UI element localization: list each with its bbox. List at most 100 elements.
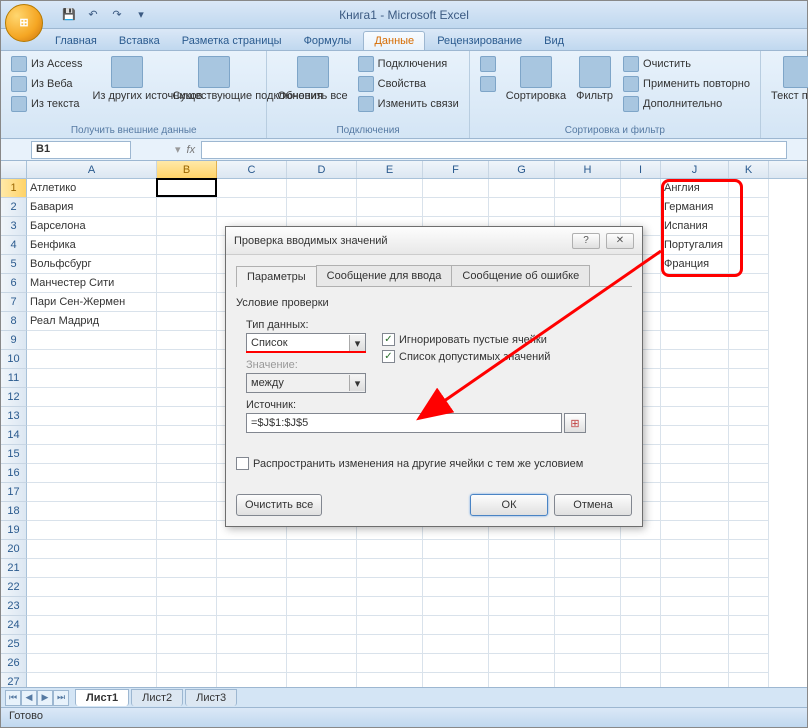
cell[interactable] — [555, 179, 621, 198]
cell[interactable] — [27, 578, 157, 597]
cell[interactable] — [621, 198, 661, 217]
column-header[interactable]: A — [27, 161, 157, 178]
cell[interactable] — [27, 635, 157, 654]
cell[interactable] — [357, 179, 423, 198]
cell[interactable] — [157, 407, 217, 426]
cell[interactable] — [489, 540, 555, 559]
cell[interactable] — [661, 616, 729, 635]
cell[interactable] — [729, 578, 769, 597]
propagate-checkbox[interactable]: Распространить изменения на другие ячейк… — [236, 457, 632, 470]
fx-icon[interactable]: fx — [187, 144, 196, 156]
cell[interactable] — [661, 578, 729, 597]
refresh-all-button[interactable]: Обновить все — [275, 55, 349, 103]
cell[interactable] — [157, 274, 217, 293]
cell[interactable] — [157, 597, 217, 616]
cell[interactable] — [729, 635, 769, 654]
cell[interactable] — [157, 331, 217, 350]
cell[interactable] — [157, 521, 217, 540]
cell[interactable] — [661, 369, 729, 388]
cell[interactable] — [489, 597, 555, 616]
cell[interactable] — [729, 369, 769, 388]
help-button[interactable]: ? — [572, 233, 600, 249]
cell[interactable] — [157, 616, 217, 635]
cell[interactable] — [357, 198, 423, 217]
row-header[interactable]: 24 — [1, 616, 27, 635]
cell[interactable] — [555, 654, 621, 673]
tab-review[interactable]: Рецензирование — [427, 32, 532, 50]
row-header[interactable]: 12 — [1, 388, 27, 407]
cell[interactable] — [217, 635, 287, 654]
cell[interactable] — [555, 540, 621, 559]
text-to-columns-button[interactable]: Текст по столбцам — [769, 55, 808, 103]
cell[interactable] — [423, 540, 489, 559]
row-header[interactable]: 3 — [1, 217, 27, 236]
cell[interactable] — [729, 464, 769, 483]
cell[interactable] — [217, 540, 287, 559]
cell[interactable] — [357, 616, 423, 635]
sheet-tab-1[interactable]: Лист1 — [75, 689, 129, 706]
cell[interactable] — [27, 521, 157, 540]
cell[interactable] — [661, 654, 729, 673]
cell[interactable]: Пари Сен-Жермен — [27, 293, 157, 312]
cell[interactable] — [157, 179, 217, 198]
dialog-titlebar[interactable]: Проверка вводимых значений ? ✕ — [226, 227, 642, 255]
row-header[interactable]: 16 — [1, 464, 27, 483]
cell[interactable] — [157, 635, 217, 654]
cell[interactable] — [217, 198, 287, 217]
cell[interactable]: Манчестер Сити — [27, 274, 157, 293]
name-box[interactable]: B1 — [31, 141, 131, 159]
cell[interactable] — [27, 369, 157, 388]
cell[interactable] — [157, 426, 217, 445]
office-button[interactable]: ⊞ — [5, 4, 43, 42]
cell[interactable] — [157, 312, 217, 331]
column-header[interactable]: G — [489, 161, 555, 178]
cell[interactable] — [661, 407, 729, 426]
cell[interactable] — [661, 597, 729, 616]
type-select[interactable]: Список▾ — [246, 333, 366, 353]
cell[interactable] — [661, 312, 729, 331]
cell[interactable] — [661, 388, 729, 407]
cell[interactable] — [27, 483, 157, 502]
ignore-blank-checkbox[interactable]: ✓Игнорировать пустые ячейки — [382, 333, 550, 346]
column-header[interactable]: F — [423, 161, 489, 178]
row-header[interactable]: 20 — [1, 540, 27, 559]
cell[interactable] — [27, 597, 157, 616]
undo-icon[interactable]: ↶ — [83, 5, 103, 25]
cell[interactable] — [157, 217, 217, 236]
cell[interactable] — [27, 426, 157, 445]
tab-data[interactable]: Данные — [363, 31, 425, 50]
qat-dropdown-icon[interactable]: ▾ — [131, 5, 151, 25]
row-header[interactable]: 26 — [1, 654, 27, 673]
cell[interactable] — [27, 388, 157, 407]
cell[interactable] — [217, 654, 287, 673]
row-header[interactable]: 9 — [1, 331, 27, 350]
row-header[interactable]: 8 — [1, 312, 27, 331]
cell[interactable] — [661, 559, 729, 578]
cell[interactable] — [157, 464, 217, 483]
cell[interactable] — [157, 559, 217, 578]
cell[interactable] — [621, 559, 661, 578]
column-header[interactable]: I — [621, 161, 661, 178]
row-header[interactable]: 18 — [1, 502, 27, 521]
row-header[interactable]: 10 — [1, 350, 27, 369]
cell[interactable] — [489, 635, 555, 654]
sort-asc-button[interactable] — [478, 55, 498, 73]
cell[interactable] — [729, 654, 769, 673]
sheet-nav-prev[interactable]: ◀ — [21, 690, 37, 706]
cell[interactable] — [661, 635, 729, 654]
cell[interactable] — [423, 654, 489, 673]
row-header[interactable]: 22 — [1, 578, 27, 597]
cell[interactable] — [661, 521, 729, 540]
filter-button[interactable]: Фильтр — [574, 55, 615, 103]
row-header[interactable]: 19 — [1, 521, 27, 540]
properties-button[interactable]: Свойства — [356, 75, 461, 93]
cell[interactable] — [27, 350, 157, 369]
range-selector-button[interactable]: ⊞ — [564, 413, 586, 433]
advanced-button[interactable]: Дополнительно — [621, 95, 752, 113]
cell[interactable] — [729, 331, 769, 350]
row-header[interactable]: 15 — [1, 445, 27, 464]
cell[interactable] — [729, 502, 769, 521]
clear-filter-button[interactable]: Очистить — [621, 55, 752, 73]
cell[interactable] — [621, 616, 661, 635]
tab-error-alert[interactable]: Сообщение об ошибке — [451, 265, 590, 286]
